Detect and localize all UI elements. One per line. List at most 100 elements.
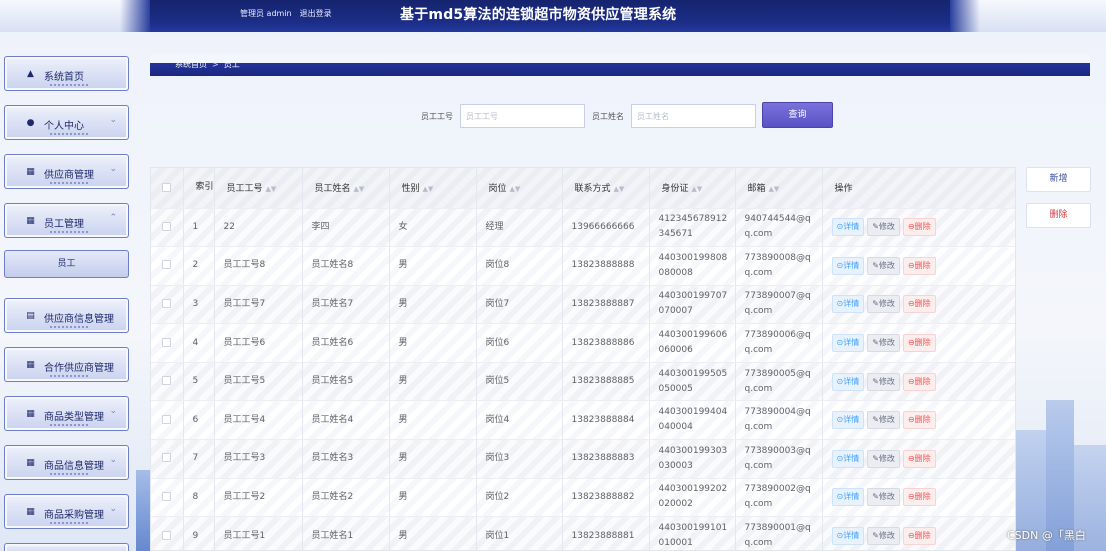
edit-button[interactable]: ✎修改 — [867, 372, 900, 391]
table-row[interactable]: 3 员工工号7 员工姓名7 男岗位7 13823888887 44030019970707… — [151, 285, 1015, 325]
sidebar-item-employee-manage[interactable]: ▦ 员工管理 ⌃ — [4, 203, 129, 238]
delete-button[interactable]: ⊖删除 — [902, 411, 936, 430]
column-header-employee-name[interactable]: 员工姓名 ▲▼ — [302, 168, 390, 209]
sidebar-item-more[interactable] — [4, 543, 129, 551]
table-row[interactable]: 9 员工工号1 员工姓名1 男岗位1 13823888881 44030019910101… — [151, 516, 1015, 550]
employee-no-input[interactable] — [460, 104, 585, 128]
row-checkbox[interactable] — [162, 298, 171, 308]
sidebar-item-product-purchase[interactable]: ▦ 商品采购管理 ⌄ — [4, 494, 129, 529]
sidebar-item-supplier-info[interactable]: ▤ 供应商信息管理 — [4, 298, 129, 333]
delete-button[interactable]: ⊖删除 — [902, 334, 936, 353]
select-all-cell — [151, 168, 184, 209]
edit-button[interactable]: ✎修改 — [867, 411, 900, 430]
detail-button[interactable]: ⊙详情 — [831, 295, 865, 314]
edit-button[interactable]: ✎修改 — [867, 218, 900, 237]
menu-divider-dots — [50, 182, 90, 184]
sort-icon[interactable]: ▲▼ — [769, 185, 780, 193]
edit-button[interactable]: ✎修改 — [867, 449, 900, 468]
cell-phone: 13823888888 — [562, 246, 650, 286]
row-checkbox[interactable] — [162, 530, 171, 540]
select-all-checkbox[interactable] — [162, 182, 171, 192]
row-checkbox[interactable] — [162, 414, 171, 424]
edit-button[interactable]: ✎修改 — [867, 295, 900, 314]
sidebar-item-product-info[interactable]: ▦ 商品信息管理 ⌄ — [4, 445, 129, 480]
table-row[interactable]: 8 员工工号2 员工姓名2 男岗位2 13823888882 44030019920202… — [151, 478, 1015, 518]
cell-gender: 男 — [389, 478, 477, 518]
column-header-actions: 操作 — [822, 168, 1015, 209]
batch-delete-button[interactable]: 删除 — [1026, 203, 1091, 228]
column-header-employee-no[interactable]: 员工工号 ▲▼ — [214, 168, 303, 209]
delete-button[interactable]: ⊖删除 — [902, 449, 936, 468]
edit-button[interactable]: ✎修改 — [867, 527, 900, 546]
detail-button[interactable]: ⊙详情 — [831, 449, 865, 468]
row-checkbox[interactable] — [162, 221, 171, 231]
cell-id-card: 440300199808080008 — [649, 246, 736, 286]
sidebar-item-partner-supplier[interactable]: ▦ 合作供应商管理 — [4, 347, 129, 382]
column-header-label: 员工姓名 — [314, 184, 351, 195]
user-icon: ● — [26, 118, 35, 128]
delete-button[interactable]: ⊖删除 — [902, 295, 936, 314]
delete-button[interactable]: ⊖删除 — [902, 218, 936, 237]
column-header-label: 联系方式 — [574, 184, 611, 195]
employee-name-input[interactable] — [631, 104, 756, 128]
detail-button[interactable]: ⊙详情 — [831, 527, 865, 546]
detail-button[interactable]: ⊙详情 — [831, 488, 865, 507]
add-button[interactable]: 新增 — [1026, 167, 1091, 192]
cell-gender: 男 — [389, 246, 477, 286]
sidebar-item-home[interactable]: ▲ 系统首页 — [4, 56, 129, 91]
cell-actions: ⊙详情 ✎修改 ⊖删除 — [822, 246, 1015, 286]
cell-actions: ⊙详情 ✎修改 ⊖删除 — [822, 400, 1015, 441]
grid-icon: ▦ — [26, 167, 35, 177]
detail-button[interactable]: ⊙详情 — [831, 334, 865, 353]
table-row[interactable]: 5 员工工号5 员工姓名5 男岗位5 13823888885 44030019950505… — [151, 362, 1015, 402]
column-header-index: 索引 — [183, 168, 215, 209]
csdn-watermark: CSDN @「黑白 — [1007, 529, 1086, 542]
cell-index: 1 — [183, 208, 215, 248]
row-checkbox[interactable] — [162, 376, 171, 386]
search-button[interactable]: 查询 — [762, 102, 833, 128]
column-header-post[interactable]: 岗位 ▲▼ — [476, 168, 563, 209]
column-header-email[interactable]: 邮箱 ▲▼ — [735, 168, 823, 209]
table-row[interactable]: 6 员工工号4 员工姓名4 男岗位4 13823888884 44030019940404… — [151, 400, 1015, 441]
table-row[interactable]: 1 22 李四女经理 13966666666 412345678912345671 940… — [151, 208, 1015, 248]
sort-icon[interactable]: ▲▼ — [354, 185, 365, 193]
detail-button[interactable]: ⊙详情 — [831, 256, 865, 275]
row-checkbox[interactable] — [162, 491, 171, 501]
detail-button[interactable]: ⊙详情 — [831, 218, 865, 237]
sort-icon[interactable]: ▲▼ — [614, 185, 625, 193]
sort-icon[interactable]: ▲▼ — [423, 185, 434, 193]
cell-id-card: 440300199303030003 — [649, 439, 736, 479]
delete-button[interactable]: ⊖删除 — [902, 256, 936, 275]
row-checkbox[interactable] — [162, 337, 171, 347]
table-row[interactable]: 4 员工工号6 员工姓名6 男岗位6 13823888886 44030019960606… — [151, 323, 1015, 363]
row-checkbox[interactable] — [162, 453, 171, 463]
sidebar-item-supplier-manage[interactable]: ▦ 供应商管理 ⌄ — [4, 154, 129, 189]
row-select-cell — [151, 478, 184, 518]
table-body: 1 22 李四女经理 13966666666 412345678912345671 940… — [151, 208, 1015, 550]
sort-icon[interactable]: ▲▼ — [692, 185, 703, 193]
row-checkbox[interactable] — [162, 260, 171, 270]
edit-button[interactable]: ✎修改 — [867, 334, 900, 353]
breadcrumb-home-link[interactable]: 系统首页 — [175, 60, 207, 69]
edit-button[interactable]: ✎修改 — [867, 256, 900, 275]
delete-button[interactable]: ⊖删除 — [902, 527, 936, 546]
cell-employee-no: 员工工号2 — [214, 478, 303, 518]
cell-employee-no: 员工工号7 — [214, 285, 303, 325]
detail-button[interactable]: ⊙详情 — [831, 411, 865, 430]
delete-button[interactable]: ⊖删除 — [902, 372, 936, 391]
table-row[interactable]: 2 员工工号8 员工姓名8 男岗位8 13823888888 44030019980808… — [151, 246, 1015, 286]
edit-button[interactable]: ✎修改 — [867, 488, 900, 507]
sort-icon[interactable]: ▲▼ — [266, 185, 277, 193]
logout-link[interactable]: 退出登录 — [300, 9, 332, 18]
sort-icon[interactable]: ▲▼ — [510, 185, 521, 193]
submenu-item-employee[interactable]: 员工 — [4, 250, 129, 278]
delete-button[interactable]: ⊖删除 — [902, 488, 936, 507]
column-header-gender[interactable]: 性别 ▲▼ — [389, 168, 477, 209]
table-row[interactable]: 7 员工工号3 员工姓名3 男岗位3 13823888883 44030019930303… — [151, 439, 1015, 479]
sidebar-item-profile[interactable]: ● 个人中心 ⌄ — [4, 105, 129, 140]
detail-button[interactable]: ⊙详情 — [831, 372, 865, 391]
grid-icon: ▦ — [26, 458, 35, 468]
sidebar-item-product-type[interactable]: ▦ 商品类型管理 ⌄ — [4, 396, 129, 431]
column-header-id-card[interactable]: 身份证 ▲▼ — [649, 168, 736, 209]
column-header-phone[interactable]: 联系方式 ▲▼ — [562, 168, 650, 209]
